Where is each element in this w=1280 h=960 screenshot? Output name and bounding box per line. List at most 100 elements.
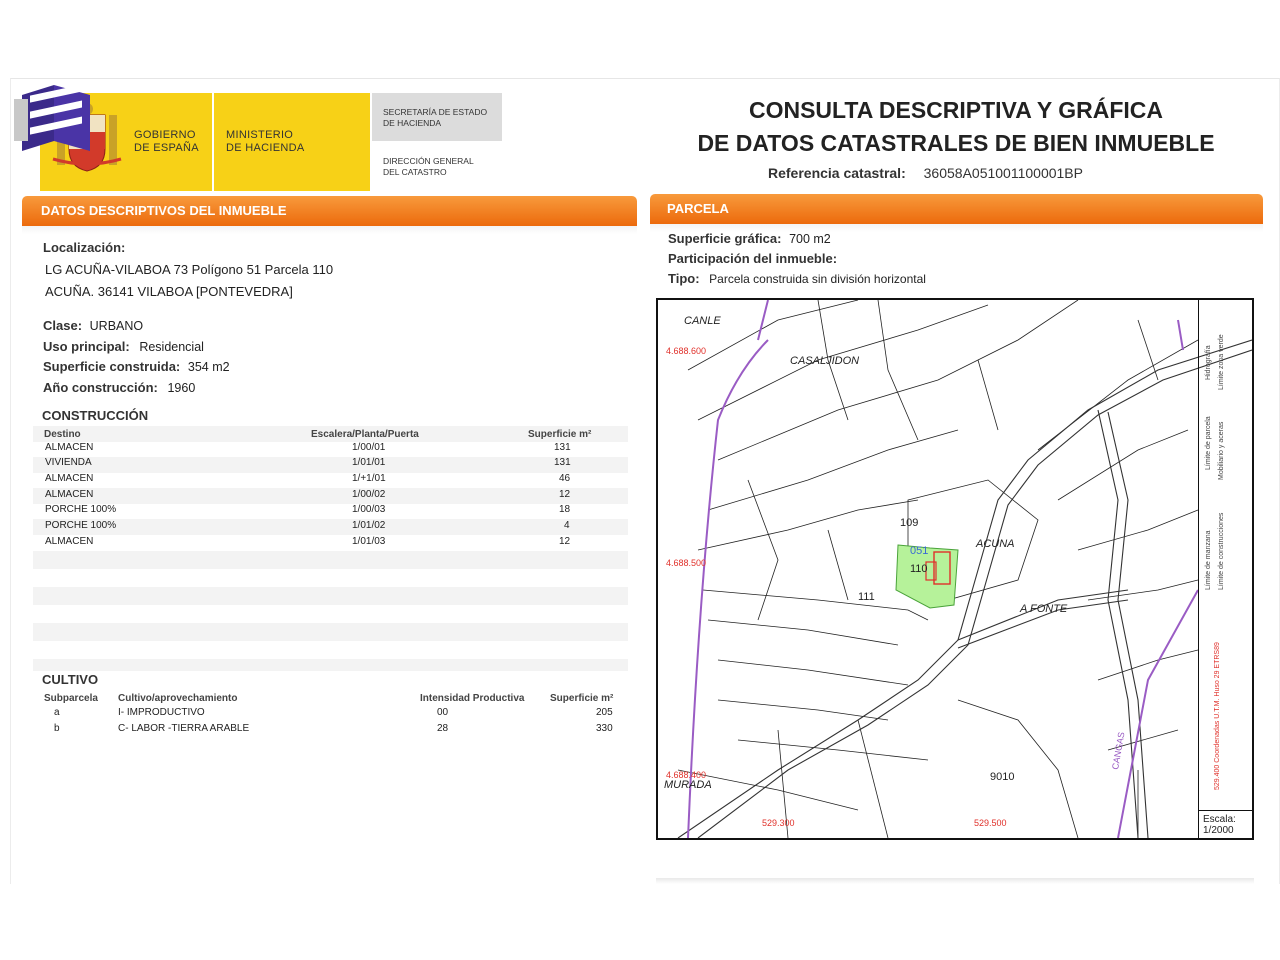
participacion-label: Participación del inmueble: xyxy=(668,251,838,266)
construccion-cell: 12 xyxy=(559,536,571,547)
secretaria-line1: SECRETARÍA DE ESTADO xyxy=(383,107,488,117)
descriptivos-heading-text: DATOS DESCRIPTIVOS DEL INMUEBLE xyxy=(41,203,287,218)
descriptivos-heading: DATOS DESCRIPTIVOS DEL INMUEBLE xyxy=(22,196,637,226)
table-row-empty xyxy=(33,587,628,605)
cultivo-cell: a xyxy=(54,707,60,718)
cultivo-cell: C- LABOR -TIERRA ARABLE xyxy=(118,723,250,734)
anio-row: Año construcción: 1960 xyxy=(43,380,195,395)
cultivo-cell: I- IMPRODUCTIVO xyxy=(118,707,205,718)
localizacion-label-text: Localización: xyxy=(43,240,126,255)
map-coord-y2: 4.688.500 xyxy=(666,558,706,568)
ministerio-line2: DE HACIENDA xyxy=(226,142,305,154)
construccion-cell: 18 xyxy=(559,504,571,515)
participacion-row: Participación del inmueble: xyxy=(668,251,837,266)
superficie-grafica-value: 700 m2 xyxy=(789,232,831,246)
cultivo-header-superficie: Superficie m² xyxy=(550,693,614,704)
construccion-cell: ALMACEN xyxy=(45,473,94,484)
ref-value: 36058A051001100001BP xyxy=(923,165,1083,181)
map-label-canle: CANLE xyxy=(684,315,721,327)
construccion-cell: 46 xyxy=(559,473,571,484)
descriptivos-heading-shadow xyxy=(22,226,637,234)
direccion-label: DIRECCIÓN GENERAL DEL CATASTRO xyxy=(383,156,474,178)
map-label-9010: 9010 xyxy=(990,771,1014,783)
map-label-110: 110 xyxy=(910,563,928,575)
map-label-casaljidon: CASALJIDON xyxy=(790,355,859,367)
table-row xyxy=(33,473,628,489)
table-row-empty xyxy=(33,551,628,569)
table-row xyxy=(33,535,628,551)
legend-coordinates: 529.400 Coordenadas U.T.M. Huso 29 ETRS8… xyxy=(1214,642,1221,790)
clase-row: Clase: URBANO xyxy=(43,318,143,333)
ref-label: Referencia catastral: xyxy=(768,165,906,181)
scale-value: 1/2000 xyxy=(1203,825,1234,836)
anio-value: 1960 xyxy=(167,381,196,395)
uso-label: Uso principal: xyxy=(43,339,130,354)
ministerio-line1: MINISTERIO xyxy=(226,129,294,141)
construccion-cell: 1/00/03 xyxy=(352,504,386,515)
legend-mobiliario: Mobiliario y aceras xyxy=(1218,421,1225,480)
construccion-header-superficie: Superficie m² xyxy=(528,429,592,440)
tipo-row: Tipo: Parcela construida sin división ho… xyxy=(668,271,926,286)
ministerio-label: MINISTERIO DE HACIENDA xyxy=(226,129,304,155)
construccion-header-planta: Escalera/Planta/Puerta xyxy=(311,429,419,440)
cultivo-heading: CULTIVO xyxy=(42,672,98,687)
localizacion-line2: ACUÑA. 36141 VILABOA [PONTEVEDRA] xyxy=(45,284,293,299)
legend-hidrografia: Hidrografía xyxy=(1205,345,1212,380)
table-row-empty xyxy=(33,659,628,671)
gobierno-line1: GOBIERNO xyxy=(134,129,196,141)
map-coord-y3: 4.688.400 xyxy=(666,770,706,780)
construccion-cell: ALMACEN xyxy=(45,489,94,500)
construccion-cell: VIVIENDA xyxy=(45,457,92,468)
construccion-cell: 4 xyxy=(564,520,570,531)
localizacion-label: Localización: xyxy=(43,240,125,255)
cultivo-cell: 28 xyxy=(437,723,449,734)
legend-zona-verde: Límite zona verde xyxy=(1218,334,1225,390)
construccion-header-destino: Destino xyxy=(44,429,81,440)
map-label-murada: MURADA xyxy=(664,779,712,791)
tipo-value: Parcela construida sin división horizont… xyxy=(709,272,926,286)
construccion-cell: ALMACEN xyxy=(45,442,94,453)
cultivo-cell: 330 xyxy=(596,723,613,734)
localizacion-line1: LG ACUÑA-VILABOA 73 Polígono 51 Parcela … xyxy=(45,262,334,277)
anio-label: Año construcción: xyxy=(43,380,158,395)
cadastral-map[interactable]: CANLE CASALJIDON ACUNA A FONTE MURADA 10… xyxy=(656,298,1254,840)
construccion-cell: PORCHE 100% xyxy=(45,520,117,531)
construccion-cell: 1/+1/01 xyxy=(352,473,386,484)
construccion-cell: ALMACEN xyxy=(45,536,94,547)
uso-value: Residencial xyxy=(139,340,204,354)
scale-label: Escala: xyxy=(1203,814,1236,825)
superficie-grafica-label: Superficie gráfica: xyxy=(668,231,782,246)
construccion-cell: 1/00/01 xyxy=(352,442,386,453)
table-row-empty xyxy=(33,569,628,587)
bottom-rule xyxy=(656,878,1254,884)
map-label-cangas: CANGAS xyxy=(1110,731,1126,770)
map-coord-y1: 4.688.600 xyxy=(666,346,706,356)
superficie-grafica-row: Superficie gráfica: 700 m2 xyxy=(668,231,831,246)
table-row xyxy=(33,519,628,535)
parcela-heading-text: PARCELA xyxy=(667,201,729,216)
map-drawing: CANLE CASALJIDON ACUNA A FONTE MURADA 10… xyxy=(664,300,1252,838)
map-legend: Límite de manzana Límite de parcela Hidr… xyxy=(1198,300,1253,810)
table-row-empty xyxy=(33,623,628,641)
superficie-label: Superficie construida: xyxy=(43,359,181,374)
construccion-cell: 131 xyxy=(554,457,571,468)
cultivo-header-subparcela: Subparcela xyxy=(44,693,98,704)
cultivo-header-intensidad: Intensidad Productiva xyxy=(420,693,525,704)
referencia-catastral: Referencia catastral: 36058A051001100001… xyxy=(768,165,1083,181)
title-line2: DE DATOS CATASTRALES DE BIEN INMUEBLE xyxy=(697,130,1215,156)
legend-limite-manzana: Límite de manzana xyxy=(1205,530,1212,590)
cultivo-header-cultivo: Cultivo/aprovechamiento xyxy=(118,693,238,704)
map-coord-x2: 529.500 xyxy=(974,818,1007,828)
title-line1: CONSULTA DESCRIPTIVA Y GRÁFICA xyxy=(748,97,1164,123)
secretaria-label: SECRETARÍA DE ESTADO DE HACIENDA xyxy=(383,107,487,129)
gobierno-line2: DE ESPAÑA xyxy=(134,142,199,154)
cultivo-cell: b xyxy=(54,723,60,734)
map-label-afonte: A FONTE xyxy=(1019,603,1068,615)
direccion-line2: DEL CATASTRO xyxy=(383,167,447,177)
map-scale: Escala: 1/2000 xyxy=(1198,810,1252,838)
construccion-cell: 12 xyxy=(559,489,571,500)
construccion-cell: 1/01/01 xyxy=(352,457,386,468)
table-row-empty xyxy=(33,605,628,623)
construccion-heading-text: CONSTRUCCIÓN xyxy=(42,408,149,423)
cultivo-cell: 00 xyxy=(437,707,449,718)
